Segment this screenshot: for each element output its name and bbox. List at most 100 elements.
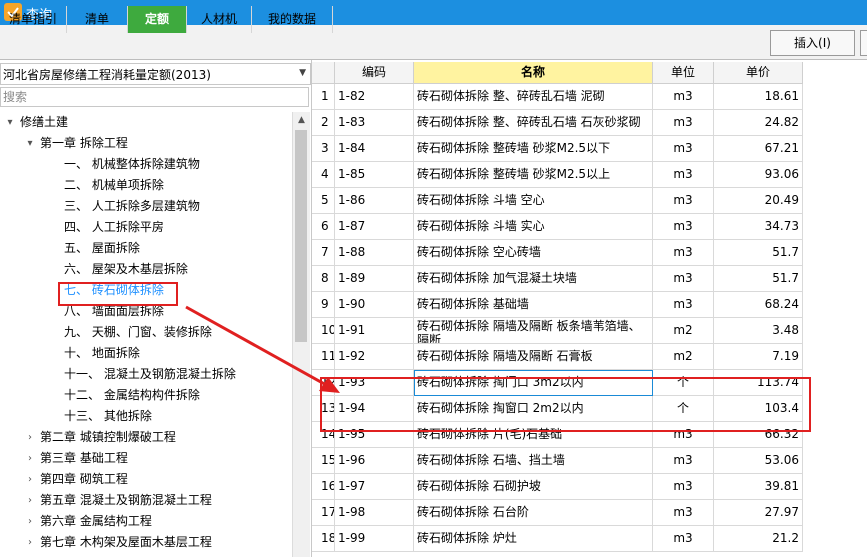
cell-name[interactable]: 砖石砌体拆除 加气混凝土块墙	[414, 266, 653, 292]
insert-button[interactable]: 插入(I)	[770, 30, 855, 56]
collapse-arrow-icon[interactable]: ›	[24, 448, 36, 469]
cell-code[interactable]: 1-89	[335, 266, 414, 292]
cell-code[interactable]: 1-93	[335, 370, 414, 396]
cell-price[interactable]: 51.7	[714, 266, 803, 292]
cell-price[interactable]: 53.06	[714, 448, 803, 474]
cell-unit[interactable]: m3	[653, 214, 714, 240]
tab-quota[interactable]: 定额	[128, 6, 187, 33]
expand-arrow-icon[interactable]: ▾	[24, 133, 36, 154]
tree-scrollbar[interactable]: ▲	[292, 112, 310, 557]
cell-code[interactable]: 1-99	[335, 526, 414, 552]
cell-price[interactable]: 67.21	[714, 136, 803, 162]
cell-price[interactable]: 113.74	[714, 370, 803, 396]
expand-arrow-icon[interactable]: ▾	[4, 112, 16, 133]
cell-unit[interactable]: m3	[653, 474, 714, 500]
cell-code[interactable]: 1-92	[335, 344, 414, 370]
collapse-arrow-icon[interactable]: ›	[24, 469, 36, 490]
chevron-down-icon[interactable]: ▼	[299, 68, 306, 78]
cell-name[interactable]: 砖石砌体拆除 整砖墙 砂浆M2.5以上	[414, 162, 653, 188]
cell-price[interactable]: 21.2	[714, 526, 803, 552]
cell-code[interactable]: 1-94	[335, 396, 414, 422]
cell-name[interactable]: 砖石砌体拆除 基础墙	[414, 292, 653, 318]
cell-num[interactable]: 17	[312, 500, 335, 526]
tab-labor-material-machine[interactable]: 人材机	[187, 6, 252, 33]
cell-unit[interactable]: 个	[653, 396, 714, 422]
cell-code[interactable]: 1-91	[335, 318, 414, 344]
cell-name[interactable]: 砖石砌体拆除 片(毛)石基础	[414, 422, 653, 448]
cell-price[interactable]: 7.19	[714, 344, 803, 370]
cell-unit[interactable]: m3	[653, 162, 714, 188]
cell-unit[interactable]: m3	[653, 422, 714, 448]
cell-code[interactable]: 1-86	[335, 188, 414, 214]
cell-code[interactable]: 1-97	[335, 474, 414, 500]
cell-name[interactable]: 砖石砌体拆除 掏门口 3m2以内	[414, 370, 653, 396]
cell-name[interactable]: 砖石砌体拆除 掏窗口 2m2以内	[414, 396, 653, 422]
cell-price[interactable]: 3.48	[714, 318, 803, 344]
cell-num[interactable]: 7	[312, 240, 335, 266]
col-header-price[interactable]: 单价	[714, 62, 803, 84]
tab-list-guide[interactable]: 清单指引	[0, 6, 67, 33]
cell-unit[interactable]: m2	[653, 344, 714, 370]
cell-num[interactable]: 13	[312, 396, 335, 422]
cell-code[interactable]: 1-87	[335, 214, 414, 240]
cell-name[interactable]: 砖石砌体拆除 隔墙及隔断 板条墙苇箔墙、隔断	[414, 318, 653, 344]
cell-num[interactable]: 11	[312, 344, 335, 370]
cell-name[interactable]: 砖石砌体拆除 空心砖墙	[414, 240, 653, 266]
cell-code[interactable]: 1-98	[335, 500, 414, 526]
cell-name[interactable]: 砖石砌体拆除 整、碎砖乱石墙 泥砌	[414, 84, 653, 110]
cell-name[interactable]: 砖石砌体拆除 石台阶	[414, 500, 653, 526]
scroll-thumb[interactable]	[295, 130, 307, 342]
cell-unit[interactable]: m3	[653, 188, 714, 214]
cell-code[interactable]: 1-95	[335, 422, 414, 448]
cell-code[interactable]: 1-82	[335, 84, 414, 110]
cell-num[interactable]: 18	[312, 526, 335, 552]
cell-price[interactable]: 68.24	[714, 292, 803, 318]
cell-code[interactable]: 1-85	[335, 162, 414, 188]
cell-num[interactable]: 10	[312, 318, 335, 344]
col-header-name[interactable]: 名称	[414, 62, 653, 84]
cell-name[interactable]: 砖石砌体拆除 炉灶	[414, 526, 653, 552]
cell-name[interactable]: 砖石砌体拆除 斗墙 实心	[414, 214, 653, 240]
quota-library-select[interactable]: 河北省房屋修缮工程消耗量定额(2013) ▼	[0, 63, 311, 85]
cell-price[interactable]: 39.81	[714, 474, 803, 500]
cell-price[interactable]: 34.73	[714, 214, 803, 240]
cell-name[interactable]: 砖石砌体拆除 斗墙 空心	[414, 188, 653, 214]
cell-unit[interactable]: m3	[653, 84, 714, 110]
cell-code[interactable]: 1-96	[335, 448, 414, 474]
scroll-up-icon[interactable]: ▲	[293, 112, 310, 129]
cell-num[interactable]: 2	[312, 110, 335, 136]
cell-name[interactable]: 砖石砌体拆除 石砌护坡	[414, 474, 653, 500]
cell-code[interactable]: 1-88	[335, 240, 414, 266]
cell-num[interactable]: 6	[312, 214, 335, 240]
cell-num[interactable]: 14	[312, 422, 335, 448]
tab-bill[interactable]: 清单	[67, 6, 128, 33]
tab-my-data[interactable]: 我的数据	[252, 6, 333, 33]
cell-code[interactable]: 1-83	[335, 110, 414, 136]
col-header-code[interactable]: 编码	[335, 62, 414, 84]
cell-num[interactable]: 1	[312, 84, 335, 110]
cell-unit[interactable]: 个	[653, 370, 714, 396]
cell-price[interactable]: 103.4	[714, 396, 803, 422]
cell-unit[interactable]: m3	[653, 110, 714, 136]
collapse-arrow-icon[interactable]: ›	[24, 532, 36, 553]
cell-code[interactable]: 1-90	[335, 292, 414, 318]
cell-name[interactable]: 砖石砌体拆除 整、碎砖乱石墙 石灰砂浆砌	[414, 110, 653, 136]
extra-button[interactable]	[860, 30, 867, 56]
search-input[interactable]	[0, 87, 309, 107]
cell-code[interactable]: 1-84	[335, 136, 414, 162]
cell-name[interactable]: 砖石砌体拆除 隔墙及隔断 石膏板	[414, 344, 653, 370]
cell-price[interactable]: 27.97	[714, 500, 803, 526]
cell-name[interactable]: 砖石砌体拆除 石墙、挡土墙	[414, 448, 653, 474]
cell-price[interactable]: 93.06	[714, 162, 803, 188]
cell-num[interactable]: 12	[312, 370, 335, 396]
cell-price[interactable]: 51.7	[714, 240, 803, 266]
col-header-unit[interactable]: 单位	[653, 62, 714, 84]
cell-unit[interactable]: m3	[653, 526, 714, 552]
cell-num[interactable]: 9	[312, 292, 335, 318]
cell-unit[interactable]: m2	[653, 318, 714, 344]
collapse-arrow-icon[interactable]: ›	[24, 511, 36, 532]
cell-price[interactable]: 18.61	[714, 84, 803, 110]
collapse-arrow-icon[interactable]: ›	[24, 427, 36, 448]
cell-num[interactable]: 8	[312, 266, 335, 292]
cell-unit[interactable]: m3	[653, 292, 714, 318]
